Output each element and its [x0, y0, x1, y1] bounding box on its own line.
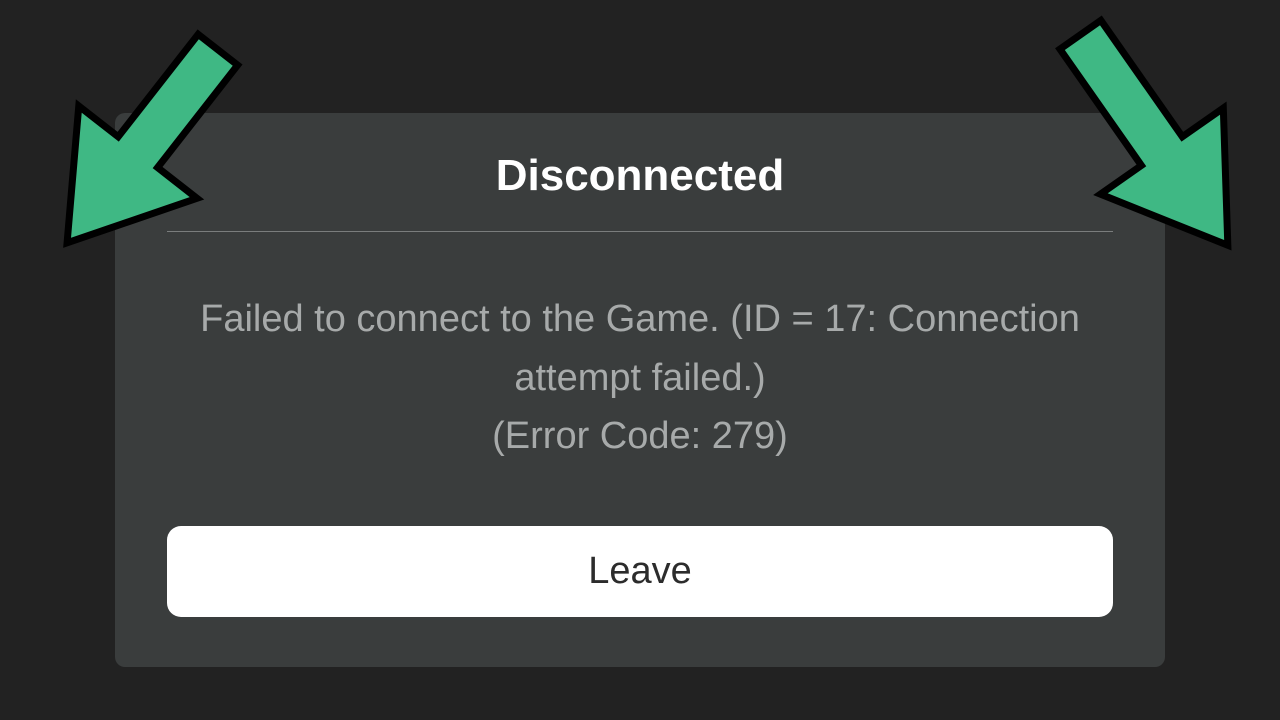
dialog-message: Failed to connect to the Game. (ID = 17:… — [167, 290, 1113, 467]
disconnect-dialog: Disconnected Failed to connect to the Ga… — [115, 113, 1165, 668]
title-divider — [167, 231, 1113, 232]
leave-button[interactable]: Leave — [167, 526, 1113, 617]
dialog-title: Disconnected — [167, 151, 1113, 231]
